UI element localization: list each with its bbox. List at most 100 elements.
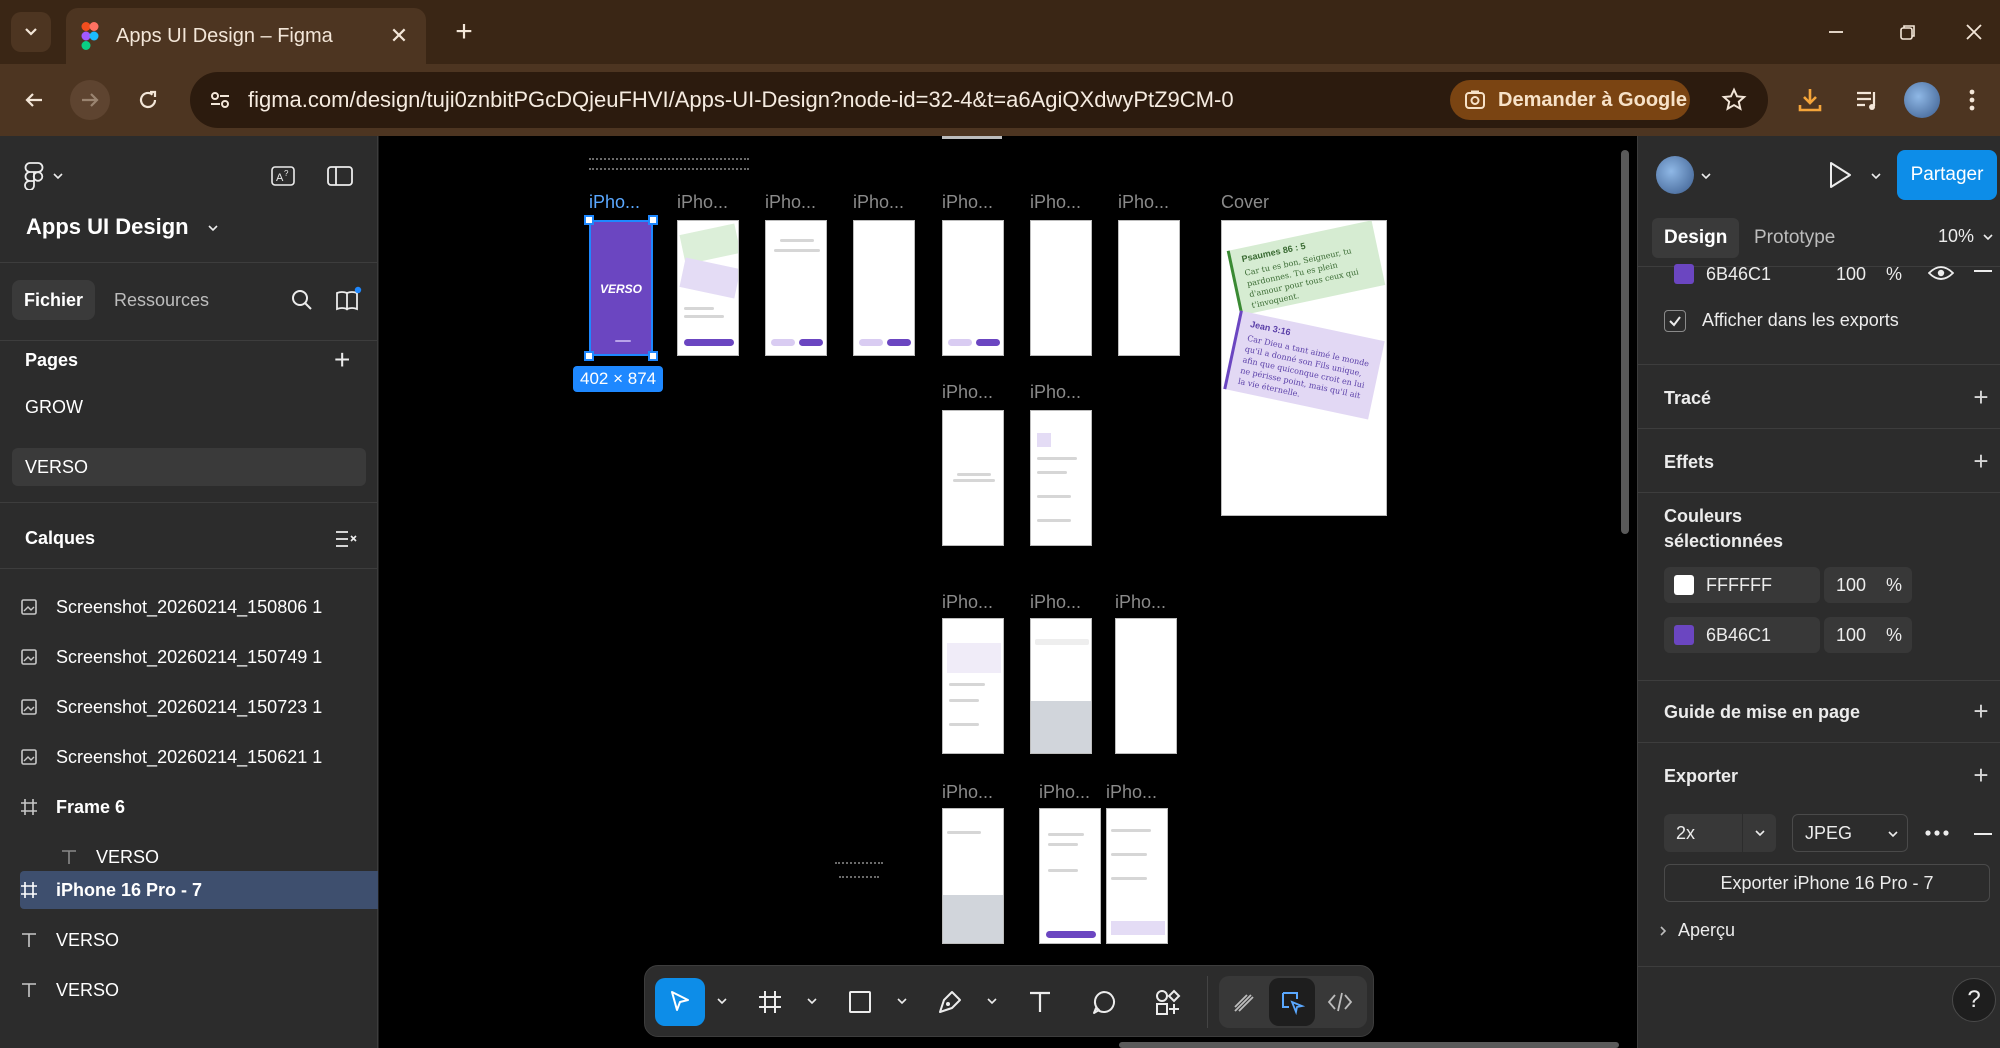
- reload-icon[interactable]: [128, 80, 168, 120]
- color-swatch-purple[interactable]: [1674, 625, 1694, 645]
- fill-opacity-field[interactable]: 100 %: [1824, 256, 1912, 292]
- page-item-verso[interactable]: VERSO: [12, 448, 366, 486]
- chevron-down-icon[interactable]: [1870, 170, 1882, 182]
- browser-menu-icon[interactable]: [1960, 80, 1984, 120]
- frame-iphone[interactable]: [942, 220, 1004, 356]
- layer-item[interactable]: Screenshot_20260214_150621 1: [20, 738, 378, 776]
- selected-color-field[interactable]: 6B46C1: [1664, 617, 1820, 653]
- draw-mode-button[interactable]: [1221, 978, 1267, 1026]
- frame-label[interactable]: iPho...: [1115, 592, 1166, 613]
- frame-iphone[interactable]: [942, 808, 1004, 944]
- frame-tool-button[interactable]: [745, 978, 795, 1026]
- ask-google-button[interactable]: Demander à Google: [1450, 80, 1690, 120]
- chevron-down-icon[interactable]: [805, 994, 819, 1008]
- sidebar-toggle-icon[interactable]: [326, 164, 354, 188]
- canvas-horizontal-scrollbar[interactable]: [1119, 1042, 1619, 1048]
- frame-label[interactable]: iPho...: [765, 192, 816, 213]
- remove-fill-minus-icon[interactable]: [1974, 270, 1992, 272]
- frame-iphone[interactable]: [765, 220, 827, 356]
- resize-handle[interactable]: [648, 215, 658, 225]
- forward-arrow-icon[interactable]: [70, 80, 110, 120]
- tab-file[interactable]: Fichier: [12, 280, 96, 320]
- layer-item[interactable]: Screenshot_20260214_150723 1: [20, 688, 378, 726]
- url-text[interactable]: figma.com/design/tuji0znbitPGcDQjeuFHVI/…: [248, 87, 1234, 113]
- fill-opacity[interactable]: 100: [1836, 264, 1866, 285]
- layer-item-text[interactable]: VERSO: [20, 921, 378, 959]
- frame-label[interactable]: iPho...: [1030, 592, 1081, 613]
- frame-label[interactable]: iPho...: [942, 592, 993, 613]
- eye-visibility-icon[interactable]: [1928, 264, 1954, 282]
- collapse-layers-icon[interactable]: [334, 528, 358, 550]
- add-page-plus-icon[interactable]: +: [334, 346, 350, 374]
- frame-label-cover[interactable]: Cover: [1221, 192, 1269, 213]
- add-stroke-plus-icon[interactable]: +: [1970, 382, 1992, 412]
- add-layout-guide-plus-icon[interactable]: +: [1970, 696, 1992, 726]
- canvas-vertical-scrollbar[interactable]: [1621, 150, 1629, 534]
- add-effect-plus-icon[interactable]: +: [1970, 446, 1992, 476]
- tab-prototype[interactable]: Prototype: [1742, 218, 1847, 258]
- layer-item[interactable]: Screenshot_20260214_150806 1: [20, 588, 378, 626]
- frame-iphone[interactable]: [1106, 808, 1168, 944]
- layer-item-text[interactable]: VERSO: [20, 971, 378, 1009]
- chevron-down-icon[interactable]: [895, 994, 909, 1008]
- user-avatar[interactable]: [1656, 156, 1694, 194]
- frame-iphone-16-pro-7[interactable]: VERSO: [589, 220, 653, 356]
- design-canvas[interactable]: iPho... iPho... iPho... iPho... iPho... …: [379, 136, 1637, 1048]
- layer-item-selected[interactable]: iPhone 16 Pro - 7: [20, 871, 378, 909]
- bookmark-star-icon[interactable]: [1716, 84, 1752, 116]
- frame-iphone[interactable]: [1115, 618, 1177, 754]
- frame-label[interactable]: iPho...: [1030, 192, 1081, 213]
- page-item-grow[interactable]: GROW: [12, 388, 366, 426]
- frame-label[interactable]: iPho...: [1106, 782, 1157, 803]
- frame-iphone[interactable]: [942, 618, 1004, 754]
- selected-color-field[interactable]: FFFFFF: [1664, 567, 1820, 603]
- frame-label[interactable]: iPho...: [1118, 192, 1169, 213]
- search-icon[interactable]: [290, 288, 314, 312]
- frame-label-selected[interactable]: iPho...: [589, 192, 640, 213]
- design-mode-button[interactable]: [1269, 978, 1315, 1026]
- preview-toggle[interactable]: Aperçu: [1658, 920, 1735, 941]
- frame-iphone[interactable]: [853, 220, 915, 356]
- chevron-down-icon[interactable]: [715, 994, 729, 1008]
- frame-label[interactable]: iPho...: [942, 192, 993, 213]
- profile-avatar[interactable]: [1904, 82, 1940, 118]
- main-menu-button[interactable]: [24, 162, 64, 190]
- file-title[interactable]: Apps UI Design: [26, 214, 219, 240]
- frame-label[interactable]: iPho...: [942, 382, 993, 403]
- pen-tool-button[interactable]: [925, 978, 975, 1026]
- minimize-icon[interactable]: [1816, 14, 1856, 50]
- tab-search-button[interactable]: [11, 12, 51, 52]
- shape-tool-button[interactable]: [835, 978, 885, 1026]
- ai-text-icon[interactable]: A?: [270, 164, 296, 188]
- layer-item-frame[interactable]: Frame 6: [20, 788, 378, 826]
- frame-label[interactable]: iPho...: [677, 192, 728, 213]
- download-icon[interactable]: [1790, 80, 1830, 120]
- opacity-value[interactable]: 100: [1836, 575, 1866, 596]
- resize-handle[interactable]: [648, 351, 658, 361]
- chevron-down-icon[interactable]: [985, 994, 999, 1008]
- tab-assets[interactable]: Ressources: [102, 280, 221, 320]
- fill-swatch[interactable]: [1674, 264, 1694, 284]
- text-tool-button[interactable]: [1015, 978, 1065, 1026]
- frame-label[interactable]: iPho...: [853, 192, 904, 213]
- add-export-plus-icon[interactable]: +: [1970, 760, 1992, 790]
- frame-iphone[interactable]: [942, 410, 1004, 546]
- comment-tool-button[interactable]: [1079, 978, 1129, 1026]
- chevron-down-icon[interactable]: [1700, 170, 1712, 182]
- frame-label[interactable]: iPho...: [942, 782, 993, 803]
- resize-handle[interactable]: [584, 351, 594, 361]
- tab-design[interactable]: Design: [1652, 218, 1740, 258]
- browser-tab-active[interactable]: Apps UI Design – Figma ✕: [66, 8, 426, 64]
- opacity-value[interactable]: 100: [1836, 625, 1866, 646]
- dev-mode-button[interactable]: [1317, 978, 1363, 1026]
- move-tool-button[interactable]: [655, 978, 705, 1026]
- selected-color-hex[interactable]: FFFFFF: [1706, 575, 1772, 596]
- export-scale-select[interactable]: 2x: [1664, 814, 1776, 852]
- frame-iphone[interactable]: [1039, 808, 1101, 944]
- new-tab-button[interactable]: +: [446, 14, 482, 50]
- frame-cover[interactable]: Psaumes 86 : 5 Car tu es bon, Seigneur, …: [1221, 220, 1387, 516]
- selected-color-opacity[interactable]: 100 %: [1824, 617, 1912, 653]
- frame-label[interactable]: iPho...: [1039, 782, 1090, 803]
- fill-color-field[interactable]: 6B46C1: [1664, 256, 1814, 292]
- site-settings-icon[interactable]: [208, 88, 232, 112]
